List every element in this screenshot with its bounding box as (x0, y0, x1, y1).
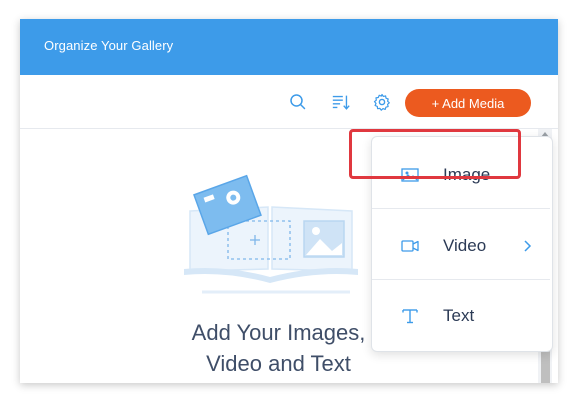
panel-title: Organize Your Gallery (44, 38, 174, 53)
search-icon[interactable] (288, 92, 308, 112)
chevron-right-icon (523, 239, 533, 253)
add-media-dropdown: Image Video Text (371, 136, 553, 352)
menu-item-image[interactable]: Image (372, 140, 550, 210)
add-media-button[interactable]: + Add Media (405, 89, 531, 117)
menu-item-video-label: Video (443, 236, 487, 255)
menu-divider (372, 208, 550, 209)
sort-icon[interactable] (331, 92, 351, 112)
video-icon (401, 238, 419, 254)
menu-item-text-label: Text (443, 306, 475, 325)
organize-gallery-panel: Organize Your Gallery + Add Media Add Yo… (20, 19, 558, 383)
gear-icon[interactable] (372, 92, 392, 112)
image-icon (401, 167, 419, 183)
text-icon (401, 308, 419, 324)
panel-header: Organize Your Gallery (20, 19, 558, 75)
toolbar: + Add Media (20, 75, 558, 129)
menu-item-text[interactable]: Text (372, 281, 550, 351)
menu-divider (372, 279, 550, 280)
menu-item-video[interactable]: Video (372, 211, 550, 281)
empty-state-title-line2: Video and Text (206, 351, 351, 376)
menu-item-image-label: Image (443, 165, 491, 184)
gallery-illustration (170, 159, 370, 299)
